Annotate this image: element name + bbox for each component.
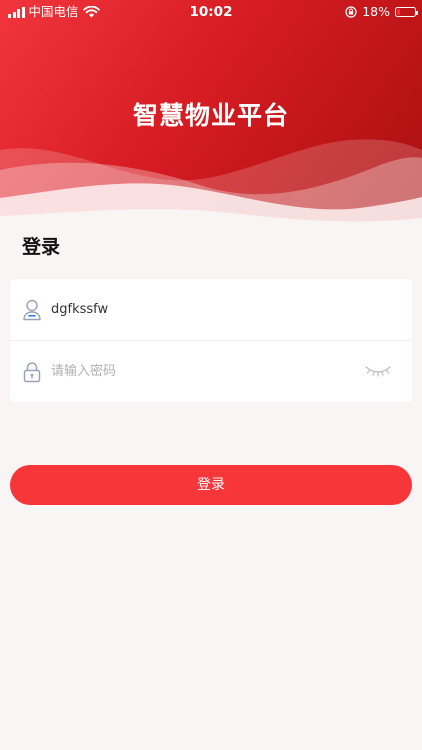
app-title: 智慧物业平台 <box>132 101 289 130</box>
status-bar: 中国电信 10:02 18% <box>0 0 422 24</box>
username-row <box>10 279 412 340</box>
battery-percent: 18% <box>362 4 390 19</box>
orientation-lock-icon <box>345 6 357 18</box>
login-button[interactable]: 登录 <box>10 465 412 505</box>
login-heading: 登录 <box>22 236 61 258</box>
eye-closed-icon[interactable] <box>364 362 392 380</box>
battery-icon <box>395 7 418 17</box>
user-icon <box>23 299 41 321</box>
status-right: 18% <box>345 4 418 20</box>
lock-icon <box>23 362 41 383</box>
password-input[interactable] <box>51 356 351 386</box>
login-form <box>10 279 412 402</box>
battery-fill <box>397 9 401 15</box>
username-input[interactable] <box>51 294 351 324</box>
header-banner: 中国电信 10:02 18% 智慧物业平台 <box>0 0 422 240</box>
wave-decoration <box>0 139 422 240</box>
password-row <box>10 341 412 402</box>
